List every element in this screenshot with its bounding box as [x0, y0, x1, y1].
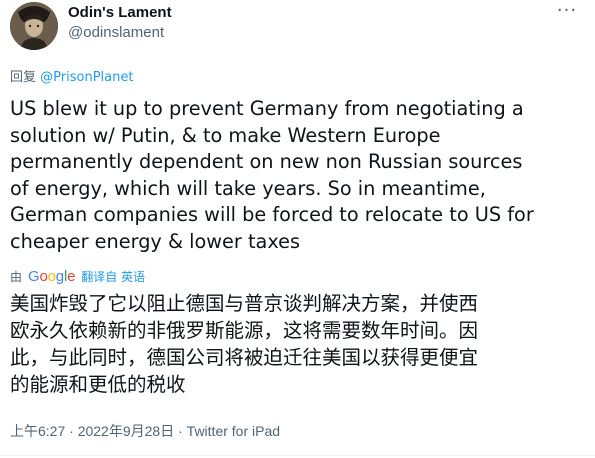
avatar[interactable] [10, 2, 58, 50]
tweet-text-line: of energy, which will take years. So in … [10, 176, 486, 200]
tweet-text-line: cheaper energy & lower taxes [10, 229, 301, 253]
reply-mention-link[interactable]: @PrisonPlanet [40, 70, 133, 85]
author-name[interactable]: Odin's Lament [68, 4, 172, 21]
tweet-source-link[interactable]: Twitter for iPad [187, 423, 280, 439]
tweet-time[interactable]: 上午6:27 [10, 423, 65, 439]
translated-text-line: 的能源和更低的税收 [10, 373, 186, 396]
translated-text: 美国炸毁了它以阻止德国与普京谈判解决方案，并使西 欧永久依赖新的非俄罗斯能源，这… [10, 290, 590, 398]
google-logo-letter: o [47, 267, 56, 285]
tweet-text-line: German companies will be forced to reloc… [10, 203, 534, 226]
meta-separator: · [65, 423, 78, 439]
translated-from-link[interactable]: 翻译自 英语 [81, 268, 145, 285]
reply-prefix: 回复 [10, 70, 37, 85]
meta-separator: · [174, 423, 187, 439]
google-logo: Google [28, 268, 75, 285]
google-logo-letter: e [67, 267, 76, 285]
translated-by-label: 由 [10, 269, 23, 284]
tweet-date[interactable]: 2022年9月28日 [78, 423, 175, 439]
translation-attribution: 由 Google 翻译自 英语 [10, 266, 145, 286]
divider [0, 455, 595, 456]
translated-text-line: 此，与此同时，德国公司将被迫迁往美国以获得更便宜 [10, 346, 479, 369]
translated-text-line: 美国炸毁了它以阻止德国与普京谈判解决方案，并使西 [10, 292, 479, 315]
tweet-text-line: US blew it up to prevent Germany from ne… [10, 97, 524, 120]
google-logo-letter: o [39, 267, 48, 285]
tweet-text-line: solution w/ Putin, & to make Western Eur… [10, 123, 441, 147]
tweet: Odin's Lament @odinslament ··· 回复 @Priso… [0, 0, 595, 458]
profile-photo-icon [10, 2, 58, 50]
google-logo-letter: g [55, 267, 64, 285]
author-handle[interactable]: @odinslament [68, 24, 164, 41]
more-options-icon[interactable]: ··· [556, 2, 578, 22]
tweet-text: US blew it up to prevent Germany from ne… [10, 96, 590, 255]
reply-context: 回复 @PrisonPlanet [10, 66, 133, 85]
google-logo-letter: G [28, 267, 40, 285]
tweet-text-line: permanently dependent on new non Russian… [10, 150, 523, 173]
tweet-meta: 上午6:27 · 2022年9月28日 · Twitter for iPad [10, 421, 280, 441]
translated-text-line: 欧永久依赖新的非俄罗斯能源，这将需要数年时间。因 [10, 319, 479, 342]
